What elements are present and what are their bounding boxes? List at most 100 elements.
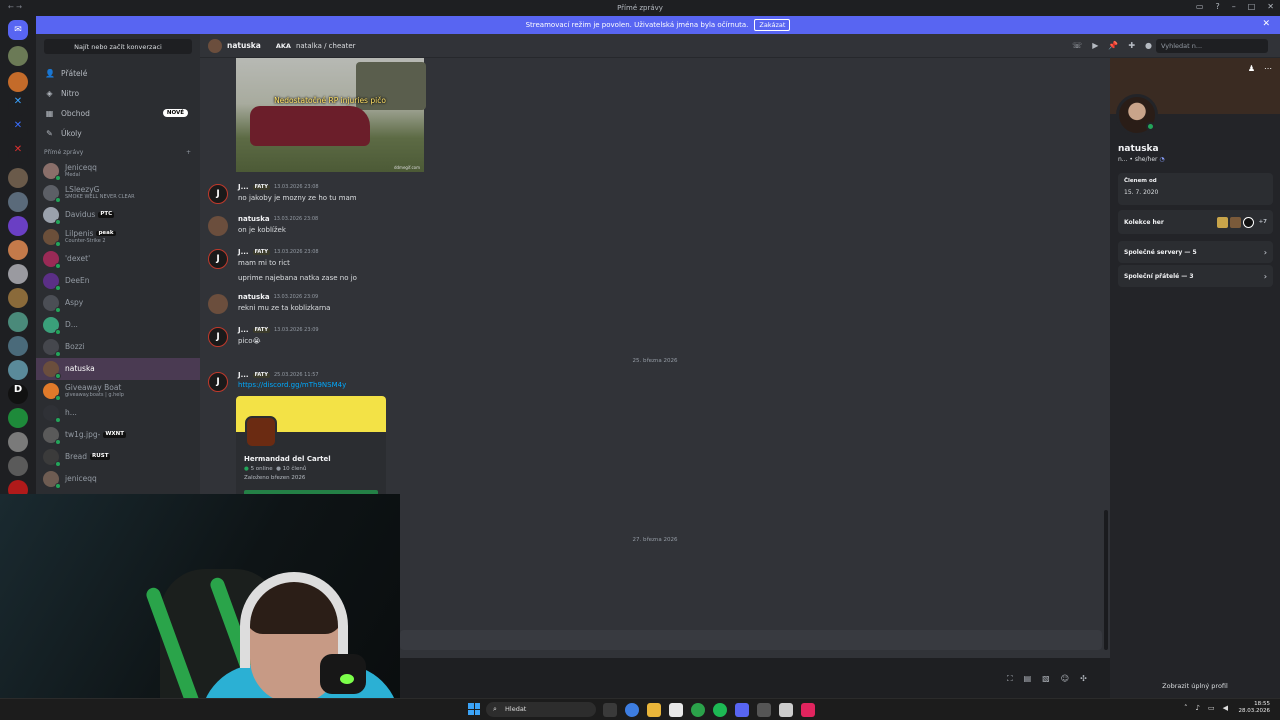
taskbar-search[interactable]: ⌕ Hledat	[486, 702, 596, 717]
clock[interactable]: 18:55 28.03.2026	[1239, 701, 1271, 715]
sticker-icon[interactable]: ▧	[1042, 674, 1050, 684]
avatar[interactable]	[208, 216, 228, 236]
nav-nitro[interactable]: ◈ Nitro	[36, 83, 200, 103]
mutual-friends-row[interactable]: Společní přátelé — 3 ›	[1118, 265, 1273, 287]
mic-icon[interactable]: ♪	[1196, 704, 1200, 712]
dm-item[interactable]: h...	[36, 402, 200, 424]
server-icon[interactable]	[8, 264, 28, 284]
author[interactable]: natuska	[238, 216, 270, 223]
invite-link[interactable]: https://discord.gg/mTh9NSM4y	[238, 382, 346, 389]
tiktok-icon[interactable]	[801, 703, 815, 717]
volume-icon[interactable]: ◀	[1223, 704, 1228, 712]
dm-item[interactable]: Aspy	[36, 292, 200, 314]
dm-item[interactable]: LSleezyG SMOKE WELL NEVER CLEAR	[36, 182, 200, 204]
more-icon[interactable]: ⋯	[1264, 64, 1272, 73]
dm-item[interactable]: jeniceqq	[36, 468, 200, 490]
server-icon[interactable]	[8, 360, 28, 380]
gift-icon[interactable]: ⛶	[1007, 674, 1013, 684]
gif-attachment[interactable]: Nedostatočné RP injuries pičo ddmegif.co…	[236, 58, 426, 172]
profile-icon[interactable]: ●	[1145, 41, 1152, 50]
chevron-up-icon[interactable]: ˄	[1184, 704, 1188, 712]
server-icon[interactable]: D	[8, 384, 28, 404]
profile-avatar[interactable]	[1116, 94, 1158, 136]
avatar[interactable]: J	[208, 372, 228, 392]
emoji-icon[interactable]: ☺	[1061, 674, 1069, 684]
maximize-icon[interactable]: □	[1248, 2, 1256, 11]
server-icon[interactable]: ✕	[8, 120, 28, 140]
app-icon[interactable]	[757, 703, 771, 717]
pin-icon[interactable]: 📌	[1108, 41, 1118, 50]
help-icon[interactable]: ?	[1215, 2, 1219, 11]
add-friend-icon[interactable]: ♟	[1248, 64, 1255, 73]
author[interactable]: J...	[238, 372, 249, 379]
video-icon[interactable]: ▶	[1092, 41, 1098, 50]
mutual-servers-row[interactable]: Společné servery — 5 ›	[1118, 241, 1273, 263]
server-icon[interactable]	[8, 408, 28, 428]
spotify-icon[interactable]	[713, 703, 727, 717]
home-icon[interactable]: ✉	[8, 20, 28, 40]
dm-item[interactable]: Giveaway Boat giveaway.boats | g.help	[36, 380, 200, 402]
dm-item[interactable]: Davidus PTC	[36, 204, 200, 226]
chrome-icon[interactable]	[691, 703, 705, 717]
server-icon[interactable]	[8, 168, 28, 188]
dm-item[interactable]: Jeniceqq Medal	[36, 160, 200, 182]
author[interactable]: J...	[238, 184, 249, 191]
nav-quests[interactable]: ✎ Úkoly	[36, 123, 200, 143]
task-view-icon[interactable]	[603, 703, 617, 717]
find-conversation-button[interactable]: Najít nebo začít konverzaci	[44, 39, 192, 54]
avatar[interactable]: J	[208, 249, 228, 269]
search-input[interactable]: Vyhledat n...	[1156, 39, 1268, 53]
message-input[interactable]	[400, 630, 1102, 650]
app-icon[interactable]	[779, 703, 793, 717]
server-icon[interactable]	[8, 432, 28, 452]
dm-item[interactable]: DeeEn	[36, 270, 200, 292]
nav-friends[interactable]: 👤 Přátelé	[36, 63, 200, 83]
add-friend-icon[interactable]: ✚	[1128, 41, 1135, 50]
dm-item[interactable]: Lilpenis peak Counter-Strike 2	[36, 226, 200, 248]
games-card[interactable]: Kolekce her +7	[1118, 210, 1273, 234]
server-icon[interactable]	[8, 192, 28, 212]
server-icon[interactable]	[8, 312, 28, 332]
copilot-icon[interactable]	[625, 703, 639, 717]
network-icon[interactable]: ▭	[1208, 704, 1215, 712]
server-icon[interactable]: ✕	[8, 144, 28, 164]
avatar[interactable]	[208, 38, 222, 53]
disable-button[interactable]: Zakázat	[754, 19, 791, 31]
add-dm-icon[interactable]: +	[186, 149, 191, 156]
author[interactable]: J...	[238, 327, 249, 334]
minimize-icon[interactable]: –	[1232, 2, 1236, 11]
apps-icon[interactable]: ✣	[1080, 674, 1087, 684]
start-icon[interactable]	[468, 703, 480, 715]
server-icon[interactable]	[8, 240, 28, 260]
back-forward-icon[interactable]: ← →	[8, 3, 22, 11]
server-icon[interactable]	[8, 456, 28, 476]
app-icon[interactable]	[669, 703, 683, 717]
dm-item[interactable]: Bread RUST	[36, 446, 200, 468]
dm-item[interactable]: natuska	[36, 358, 200, 380]
file-explorer-icon[interactable]	[647, 703, 661, 717]
gif-icon[interactable]: ▤	[1024, 674, 1032, 684]
server-icon[interactable]	[8, 72, 28, 92]
server-icon[interactable]	[8, 288, 28, 308]
dm-item[interactable]: D...	[36, 314, 200, 336]
avatar[interactable]	[208, 294, 228, 314]
view-full-profile-button[interactable]: Zobrazit úplný profil	[1110, 682, 1280, 690]
inbox-icon[interactable]: ▭	[1196, 2, 1204, 11]
author[interactable]: J...	[238, 249, 249, 256]
dm-item[interactable]: Bozzi	[36, 336, 200, 358]
server-icon[interactable]: ✕	[8, 96, 28, 116]
close-icon[interactable]: ✕	[1267, 2, 1274, 11]
close-banner-icon[interactable]: ✕	[1262, 19, 1270, 29]
chat-scrollbar[interactable]	[1104, 510, 1108, 650]
dm-item[interactable]: tw1g.jpg- WXNT	[36, 424, 200, 446]
call-icon[interactable]: ☏	[1072, 41, 1082, 50]
author[interactable]: natuska	[238, 294, 270, 301]
server-icon[interactable]	[8, 216, 28, 236]
discord-icon[interactable]	[735, 703, 749, 717]
server-icon[interactable]	[8, 336, 28, 356]
avatar[interactable]: J	[208, 327, 228, 347]
server-icon[interactable]	[8, 46, 28, 66]
avatar[interactable]: J	[208, 184, 228, 204]
dm-item[interactable]: 'dexet'	[36, 248, 200, 270]
nav-shop[interactable]: ▦ Obchod NOVÉ	[36, 103, 200, 123]
